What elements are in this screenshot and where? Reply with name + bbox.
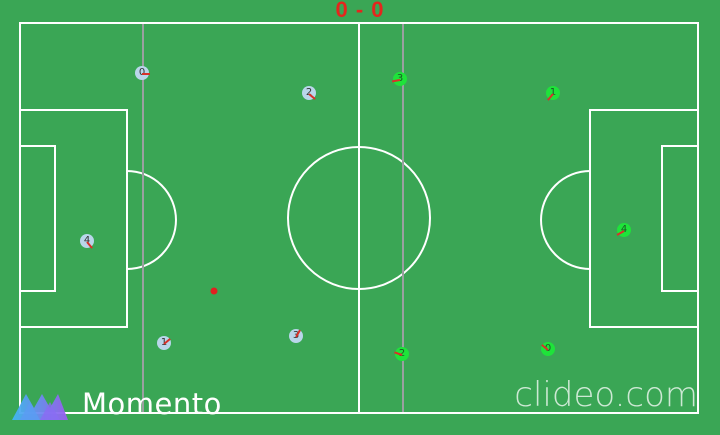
green-player-4[interactable]: 4 bbox=[616, 223, 631, 237]
blue-player-4[interactable]: 4 bbox=[80, 234, 94, 249]
blue-player-1[interactable]: 1 bbox=[157, 336, 171, 350]
blue-player-0[interactable]: 0 bbox=[135, 66, 150, 80]
direction-indicator bbox=[142, 73, 150, 75]
green-player-1[interactable]: 1 bbox=[546, 86, 560, 101]
green-player-3[interactable]: 3 bbox=[391, 72, 407, 86]
clideo-watermark: clideo.com bbox=[514, 375, 698, 415]
score-display: 0 - 0 bbox=[335, 0, 385, 22]
momento-logo-icon bbox=[12, 394, 68, 420]
ball[interactable] bbox=[210, 287, 218, 295]
momento-watermark: Momento bbox=[10, 386, 222, 422]
blue-player-2[interactable]: 2 bbox=[302, 86, 316, 100]
momento-label: Momento bbox=[82, 387, 222, 421]
green-player-2[interactable]: 2 bbox=[394, 347, 409, 361]
blue-player-3[interactable]: 3 bbox=[289, 329, 303, 343]
green-player-0[interactable]: 0 bbox=[541, 342, 555, 356]
soccer-pitch bbox=[0, 0, 720, 435]
